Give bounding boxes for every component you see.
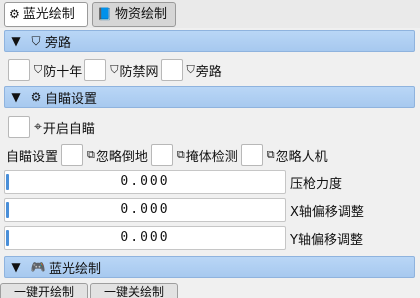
bypass-options-row: ⛉ 防十年 ⛉ 防禁网 ⛉ 旁路 xyxy=(0,57,420,83)
option-ignore-downed: ⧉ 忽略倒地 xyxy=(87,146,148,165)
slider-value: 0.000 xyxy=(120,230,170,245)
tab-supplies-draw[interactable]: 📘 物资绘制 xyxy=(92,2,176,27)
section-header-blue-light-draw[interactable]: ▼ 🎮 蓝光绘制 xyxy=(4,256,415,278)
gamepad-icon: 🎮 xyxy=(30,260,46,274)
option-label: 防禁网 xyxy=(119,64,159,80)
checkbox-anti-ten-years[interactable] xyxy=(8,59,30,81)
slider-row-recoil: 0.000 压枪力度 xyxy=(4,170,416,194)
y-offset-slider[interactable]: 0.000 xyxy=(4,226,286,250)
checkbox-ignore-downed[interactable] xyxy=(61,144,84,166)
checkbox-cover-check[interactable] xyxy=(150,144,173,166)
section-title: 蓝光绘制 xyxy=(49,261,102,277)
crosshair-icon: ⌖ xyxy=(34,119,42,135)
shield-icon: ⛉ xyxy=(110,63,119,76)
section-header-bypass[interactable]: ▼ ⛉ 旁路 xyxy=(4,30,415,52)
collapse-triangle-icon: ▼ xyxy=(11,260,21,274)
copy-icon: ⧉ xyxy=(87,148,95,161)
tab-bar: ⚙ 蓝光绘制 📘 物资绘制 xyxy=(0,0,420,28)
shield-icon: ⛉ xyxy=(34,63,43,76)
option-label: 防十年 xyxy=(43,64,83,80)
tab-label: 蓝光绘制 xyxy=(22,7,75,22)
checkbox-enable-aim[interactable] xyxy=(8,116,30,138)
section-title: 自瞄设置 xyxy=(45,91,98,107)
slider-row-y-offset: 0.000 Y轴偏移调整 xyxy=(4,226,416,250)
option-label: 掩体检测 xyxy=(185,149,238,165)
option-anti-ban-net: ⛉ 防禁网 xyxy=(110,61,158,80)
option-label: 忽略倒地 xyxy=(95,149,148,165)
option-label: 旁路 xyxy=(195,64,222,80)
collapse-triangle-icon: ▼ xyxy=(11,90,21,104)
checkbox-ignore-bots[interactable] xyxy=(240,144,263,166)
section-header-aim-settings[interactable]: ▼ ⚙ 自瞄设置 xyxy=(4,86,415,108)
aim-settings-label: 自瞄设置 xyxy=(6,149,59,165)
slider-value: 0.000 xyxy=(120,202,170,217)
slider-label: Y轴偏移调整 xyxy=(290,232,363,248)
checkbox-anti-ban-net[interactable] xyxy=(84,59,107,81)
slider-value: 0.000 xyxy=(120,174,170,189)
checkbox-bypass[interactable] xyxy=(160,59,183,81)
slider-row-x-offset: 0.000 X轴偏移调整 xyxy=(4,198,416,222)
gear-icon: ⚙ xyxy=(30,90,42,104)
tab-label: 物资绘制 xyxy=(114,7,167,22)
shield-icon: ⛉ xyxy=(31,33,41,48)
copy-icon: ⧉ xyxy=(266,148,275,161)
disable-all-draw-button[interactable]: 一键关绘制 xyxy=(90,283,178,298)
option-bypass: ⛉ 旁路 xyxy=(187,61,222,80)
option-label: 忽略人机 xyxy=(275,149,328,165)
aim-options-row: 自瞄设置 ⧉ 忽略倒地 ⧉ 掩体检测 ⧉ 忽略人机 xyxy=(0,142,420,168)
shield-icon: ⛉ xyxy=(186,63,195,76)
recoil-strength-slider[interactable]: 0.000 xyxy=(4,170,286,194)
copy-icon: ⧉ xyxy=(176,148,185,161)
gear-icon: ⚙ xyxy=(9,7,20,21)
option-label: 开启自瞄 xyxy=(42,121,95,137)
x-offset-slider[interactable]: 0.000 xyxy=(4,198,286,222)
option-ignore-bots: ⧉ 忽略人机 xyxy=(267,146,328,165)
tab-blue-light-draw[interactable]: ⚙ 蓝光绘制 xyxy=(4,2,88,27)
book-icon: 📘 xyxy=(97,7,112,21)
section-title: 旁路 xyxy=(45,35,72,51)
option-enable-aim: ⌖ 开启自瞄 xyxy=(34,118,95,137)
collapse-triangle-icon: ▼ xyxy=(11,34,21,48)
aim-enable-row: ⌖ 开启自瞄 xyxy=(0,114,420,140)
option-anti-ten-years: ⛉ 防十年 xyxy=(34,61,82,80)
enable-all-draw-button[interactable]: 一键开绘制 xyxy=(0,283,88,298)
slider-label: 压枪力度 xyxy=(290,176,343,192)
option-cover-check: ⧉ 掩体检测 xyxy=(177,146,238,165)
slider-label: X轴偏移调整 xyxy=(290,204,364,220)
